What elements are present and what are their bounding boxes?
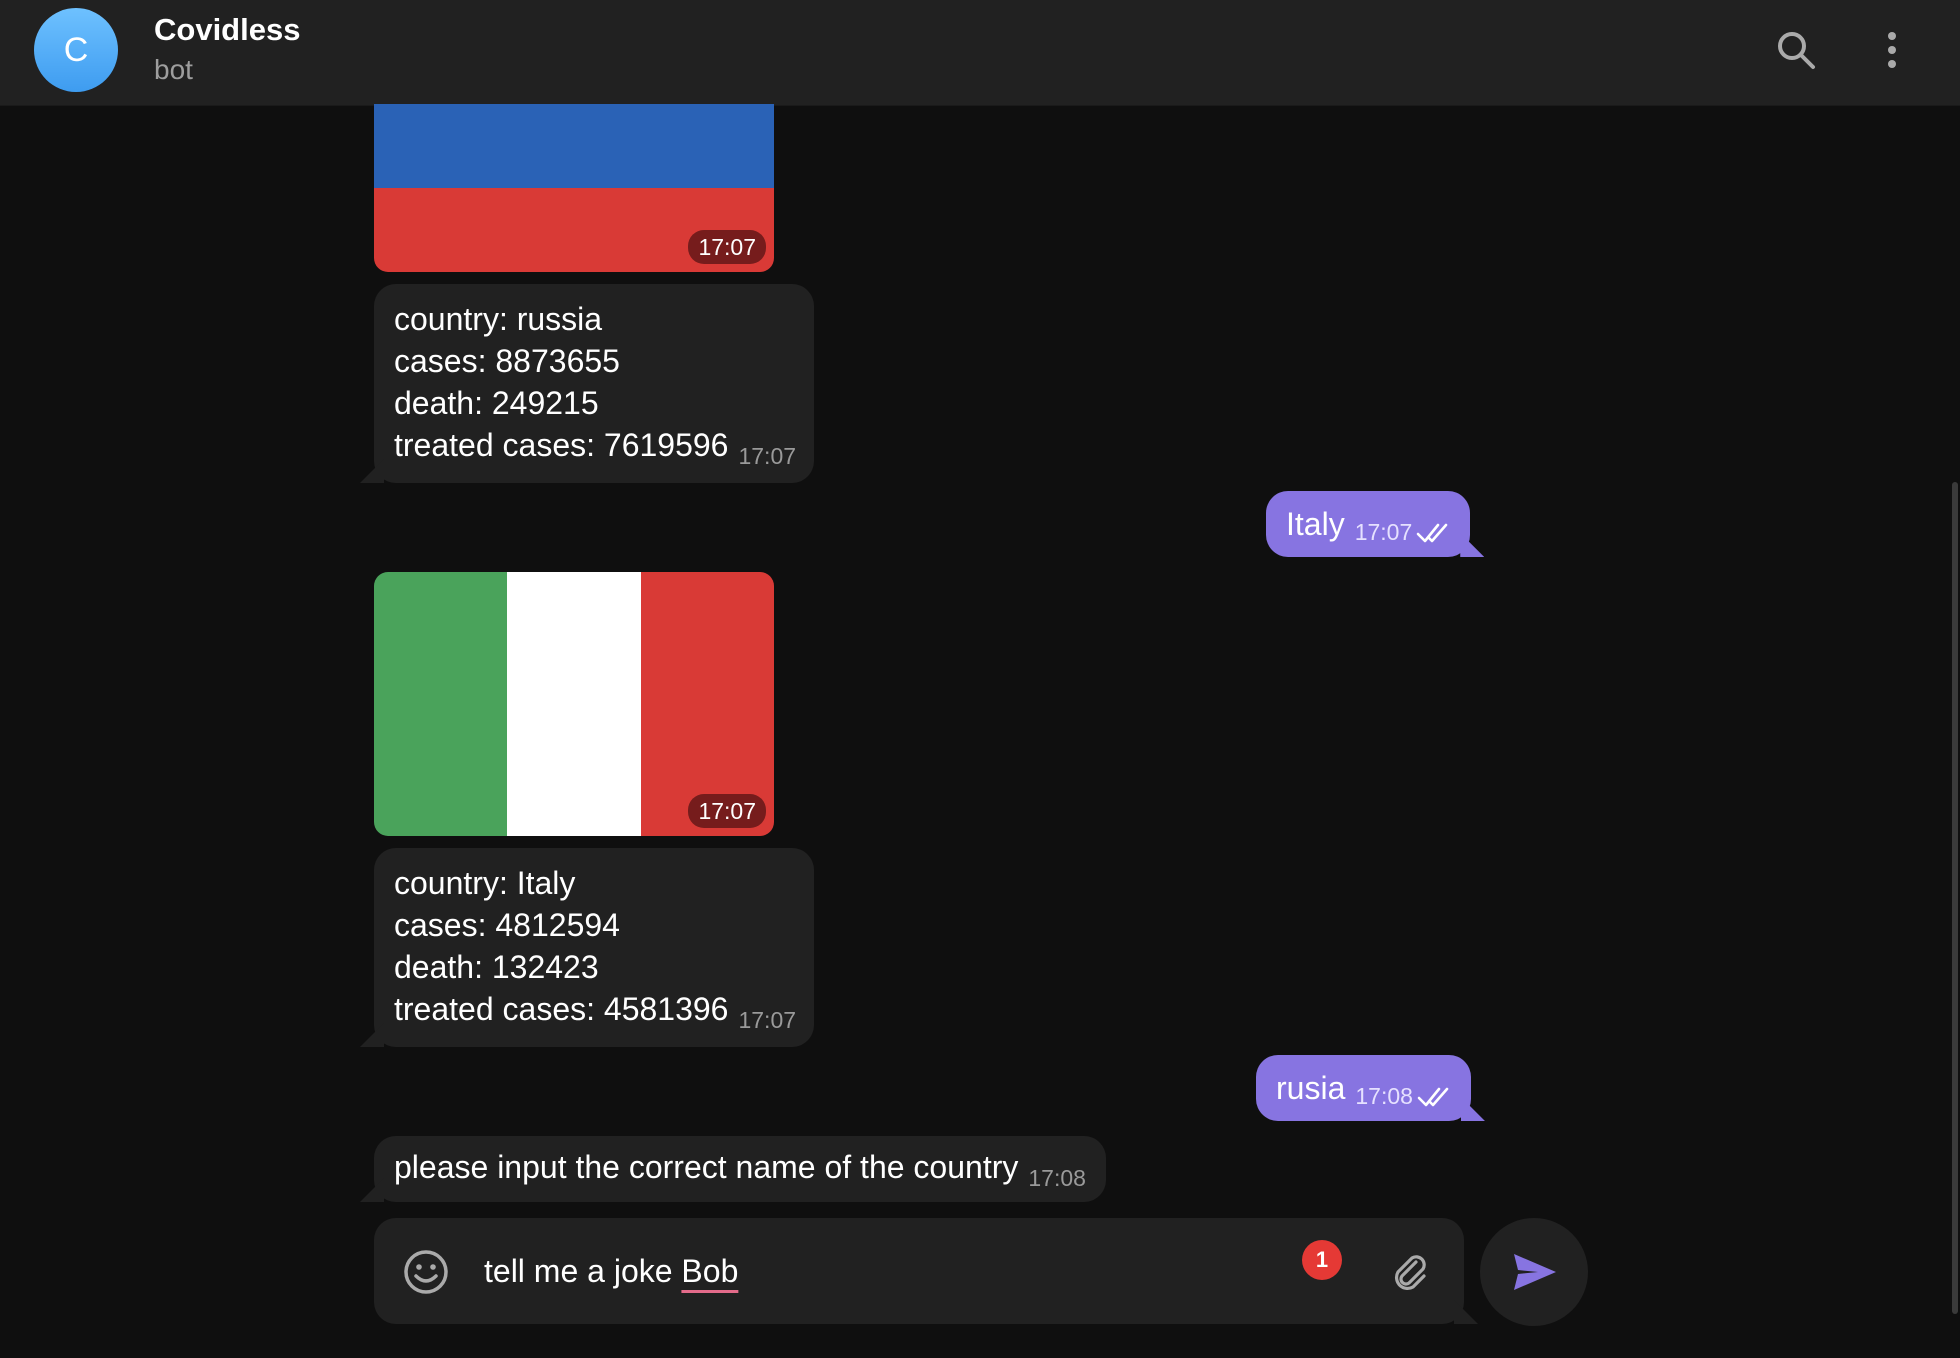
message-line: country: Italy — [394, 865, 576, 901]
attach-button[interactable] — [1386, 1248, 1434, 1296]
message-timestamp: 17:08 — [1028, 1165, 1086, 1191]
send-icon — [1514, 1254, 1556, 1290]
message-timestamp: 17:07 — [1354, 518, 1413, 545]
double-check-icon — [1416, 515, 1450, 552]
chat-status: bot — [154, 54, 193, 85]
flag-stripe-green — [374, 572, 508, 836]
avatar[interactable]: C — [34, 8, 118, 92]
emoji-button[interactable] — [402, 1248, 450, 1296]
input-text: tell me a joke — [484, 1253, 682, 1289]
message-text: treated cases: 7619596 — [394, 427, 729, 463]
incoming-message[interactable]: country: russia cases: 8873655 death: 24… — [374, 284, 814, 483]
outgoing-message[interactable]: Italy 17:07 — [1266, 491, 1471, 557]
message-line-last: treated cases: 4581396 17:07 — [394, 988, 797, 1033]
russia-flag-image[interactable]: 17:07 — [374, 104, 774, 272]
message-line-last: treated cases: 7619596 17:07 — [394, 424, 797, 469]
incoming-message[interactable]: country: Italy cases: 4812594 death: 132… — [374, 848, 814, 1047]
chat-title[interactable]: Covidless — [154, 12, 300, 48]
message-composer: tell me a joke Bob 1 — [374, 1218, 1464, 1324]
message-line: country: russia — [394, 301, 603, 337]
message-line: cases: 4812594 — [394, 907, 620, 943]
send-button[interactable] — [1480, 1218, 1588, 1326]
outgoing-message[interactable]: rusia 17:08 — [1256, 1055, 1471, 1121]
message-text: treated cases: 4581396 — [394, 991, 729, 1027]
message-text: Italy — [1286, 505, 1345, 542]
flag-stripe-blue — [374, 104, 774, 188]
message-line: cases: 8873655 — [394, 343, 620, 379]
emoji-icon — [404, 1250, 448, 1294]
more-vertical-icon — [1888, 32, 1896, 68]
scrollbar-thumb[interactable] — [1952, 482, 1958, 1314]
search-button[interactable] — [1768, 22, 1824, 78]
message-timestamp: 17:07 — [738, 443, 797, 469]
flag-stripe-white — [507, 572, 641, 836]
message-line-last: please input the correct name of the cou… — [394, 1146, 1086, 1191]
message-line: death: 132423 — [394, 949, 599, 985]
message-text: rusia — [1276, 1069, 1346, 1106]
italy-flag-image[interactable]: 17:07 — [374, 572, 774, 836]
chat-header: C Covidless bot — [0, 0, 1960, 106]
more-options-button[interactable] — [1864, 22, 1920, 78]
misspelled-word[interactable]: Bob — [681, 1253, 738, 1289]
scrollbar[interactable] — [1950, 106, 1960, 1358]
double-check-icon — [1417, 1079, 1451, 1116]
chat-window: C Covidless bot 17:07 country: russia ca… — [0, 0, 1960, 1358]
message-line: death: 249215 — [394, 385, 599, 421]
notification-badge: 1 — [1302, 1240, 1342, 1280]
paperclip-icon — [1394, 1255, 1426, 1291]
message-input[interactable]: tell me a joke Bob — [484, 1246, 1264, 1296]
message-timestamp: 17:07 — [738, 1007, 797, 1033]
incoming-message[interactable]: please input the correct name of the cou… — [374, 1136, 1106, 1202]
image-timestamp: 17:07 — [688, 230, 766, 264]
message-text: please input the correct name of the cou… — [394, 1149, 1019, 1185]
message-timestamp: 17:08 — [1355, 1082, 1413, 1109]
image-timestamp: 17:07 — [688, 794, 766, 828]
search-icon — [1778, 32, 1815, 69]
